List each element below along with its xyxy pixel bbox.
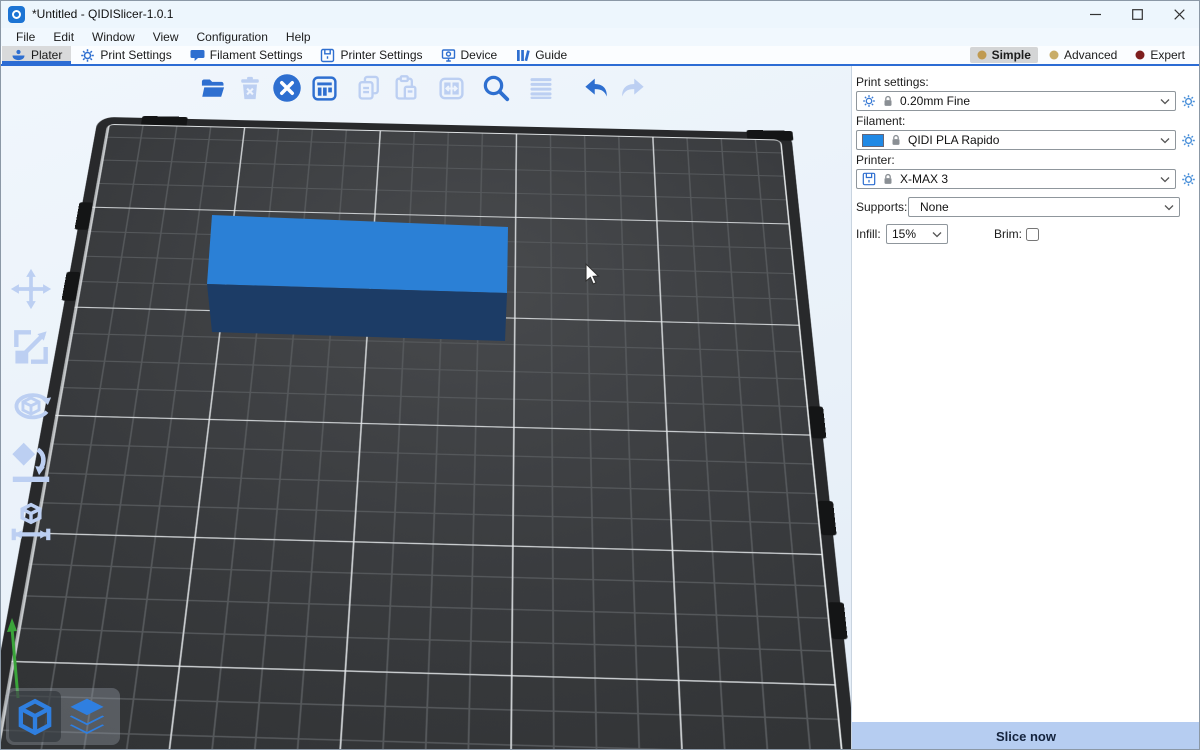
printer-icon xyxy=(862,172,876,186)
view-3d-editor-button[interactable] xyxy=(9,691,61,742)
lock-icon xyxy=(881,172,895,186)
gear-icon xyxy=(1181,94,1196,109)
printer-combo[interactable]: X-MAX 3 xyxy=(856,169,1176,189)
filament-icon xyxy=(190,48,205,62)
scale-button[interactable] xyxy=(6,324,56,370)
copy-button[interactable] xyxy=(352,71,386,105)
plater-toolbar xyxy=(196,69,653,107)
cube-icon xyxy=(15,697,55,737)
print-settings-gear-button[interactable] xyxy=(1176,94,1200,109)
window-title: *Untitled - QIDISlicer-1.0.1 xyxy=(32,7,173,21)
filament-color-swatch xyxy=(862,134,884,147)
menu-bar: File Edit Window View Configuration Help xyxy=(0,28,1200,46)
model-box[interactable] xyxy=(207,215,508,341)
printer-label: Printer: xyxy=(856,153,1200,167)
view-mode-toggle xyxy=(6,688,120,745)
brim-checkbox[interactable] xyxy=(1026,228,1039,241)
mode-advanced[interactable]: Advanced xyxy=(1042,47,1124,63)
supports-combo[interactable]: None xyxy=(908,197,1180,217)
supports-value: None xyxy=(914,200,1159,214)
print-settings-value: 0.20mm Fine xyxy=(900,94,1155,108)
supports-label: Supports: xyxy=(856,200,908,214)
guide-icon xyxy=(515,48,530,63)
filament-value: QIDI PLA Rapido xyxy=(908,133,1155,147)
delete-button[interactable] xyxy=(233,71,267,105)
gizmo-toolbar xyxy=(6,266,56,544)
arrange-button[interactable] xyxy=(307,71,341,105)
delete-all-button[interactable] xyxy=(270,71,304,105)
gear-icon xyxy=(80,48,95,63)
chevron-down-icon xyxy=(1160,176,1170,183)
expert-dot-icon xyxy=(1135,50,1145,60)
filament-gear-button[interactable] xyxy=(1176,133,1200,148)
tab-bar: Plater Print Settings Filament Settings … xyxy=(0,46,1200,66)
maximize-button[interactable] xyxy=(1116,0,1158,28)
print-settings-combo[interactable]: 0.20mm Fine xyxy=(856,91,1176,111)
menu-help[interactable]: Help xyxy=(278,29,319,45)
mode-expert[interactable]: Expert xyxy=(1128,47,1192,63)
mode-selector: Simple Advanced Expert xyxy=(970,46,1200,64)
variable-layer-height-button[interactable] xyxy=(524,71,558,105)
menu-view[interactable]: View xyxy=(145,29,187,45)
view-preview-layers-button[interactable] xyxy=(61,691,113,742)
menu-window[interactable]: Window xyxy=(84,29,143,45)
gear-icon xyxy=(1181,133,1196,148)
filament-combo[interactable]: QIDI PLA Rapido xyxy=(856,130,1176,150)
app-icon xyxy=(8,6,25,23)
layers-icon xyxy=(65,695,109,739)
chevron-down-icon xyxy=(1164,204,1174,211)
device-icon xyxy=(441,48,456,63)
tab-device[interactable]: Device xyxy=(432,46,507,64)
tab-guide[interactable]: Guide xyxy=(506,46,576,64)
chevron-down-icon xyxy=(932,231,942,238)
move-button[interactable] xyxy=(6,266,56,312)
gear-icon xyxy=(862,94,876,108)
undo-button[interactable] xyxy=(579,71,613,105)
advanced-dot-icon xyxy=(1049,50,1059,60)
gear-icon xyxy=(1181,172,1196,187)
redo-button[interactable] xyxy=(616,71,650,105)
close-button[interactable] xyxy=(1158,0,1200,28)
minimize-icon xyxy=(1090,9,1101,20)
title-bar: *Untitled - QIDISlicer-1.0.1 xyxy=(0,0,1200,28)
tab-filament-settings[interactable]: Filament Settings xyxy=(181,46,312,64)
settings-sidebar: Print settings: 0.20mm Fine Filament: QI… xyxy=(851,66,1200,750)
maximize-icon xyxy=(1132,9,1143,20)
filament-label: Filament: xyxy=(856,114,1200,128)
place-on-face-button[interactable] xyxy=(6,440,56,486)
infill-value: 15% xyxy=(892,227,927,241)
menu-configuration[interactable]: Configuration xyxy=(189,29,276,45)
bed-grid xyxy=(0,124,851,750)
infill-combo[interactable]: 15% xyxy=(886,224,948,244)
print-bed[interactable] xyxy=(0,117,851,750)
tab-plater[interactable]: Plater xyxy=(2,46,71,64)
paste-button[interactable] xyxy=(389,71,423,105)
menu-edit[interactable]: Edit xyxy=(45,29,82,45)
printer-icon xyxy=(320,48,335,63)
rotate-button[interactable] xyxy=(6,382,56,428)
plater-icon xyxy=(11,48,26,62)
printer-gear-button[interactable] xyxy=(1176,172,1200,187)
brim-label: Brim: xyxy=(994,227,1022,241)
lock-icon xyxy=(889,133,903,147)
menu-file[interactable]: File xyxy=(8,29,43,45)
tab-printer-settings[interactable]: Printer Settings xyxy=(311,46,431,64)
open-button[interactable] xyxy=(196,71,230,105)
chevron-down-icon xyxy=(1160,98,1170,105)
mode-simple[interactable]: Simple xyxy=(970,47,1038,63)
3d-viewport[interactable] xyxy=(0,66,851,750)
simple-dot-icon xyxy=(977,50,987,60)
lock-icon xyxy=(881,94,895,108)
printer-value: X-MAX 3 xyxy=(900,172,1155,186)
infill-label: Infill: xyxy=(856,227,886,241)
minimize-button[interactable] xyxy=(1074,0,1116,28)
split-objects-button[interactable] xyxy=(434,71,468,105)
tab-print-settings[interactable]: Print Settings xyxy=(71,46,180,64)
close-icon xyxy=(1174,9,1185,20)
search-button[interactable] xyxy=(479,71,513,105)
slice-now-button[interactable]: Slice now xyxy=(852,722,1200,750)
measure-button[interactable] xyxy=(6,498,56,544)
chevron-down-icon xyxy=(1160,137,1170,144)
print-settings-label: Print settings: xyxy=(856,75,1200,89)
